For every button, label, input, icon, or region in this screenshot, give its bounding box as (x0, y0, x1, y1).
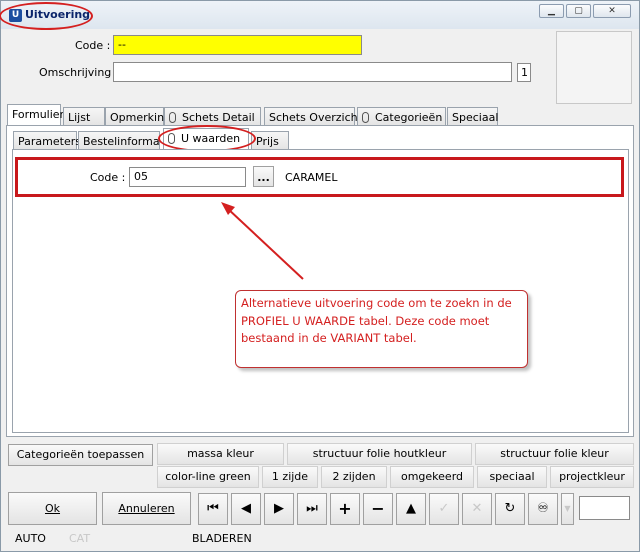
check-icon: ✓ (438, 501, 450, 516)
chevron-down-icon: ▼ (564, 504, 571, 513)
delete-record-button[interactable]: − (363, 493, 393, 525)
refresh-icon: ↻ (504, 501, 516, 516)
structuur-folie-houtkleur-button[interactable]: structuur folie houtkleur (287, 443, 472, 465)
minus-icon: − (371, 499, 385, 518)
uitvoering-window: U Uitvoering ▁ ▢ ✕ Code : -- Omschrijvin… (0, 0, 640, 552)
twee-zijden-button[interactable]: 2 zijden (321, 466, 387, 488)
plus-icon: + (338, 499, 352, 518)
projectkleur-button[interactable]: projectkleur (550, 466, 634, 488)
color-line-green-button[interactable]: color-line green (157, 466, 259, 488)
categorieen-toepassen-button[interactable]: Categorieën toepassen (8, 444, 153, 466)
first-record-button[interactable]: ⏮ (198, 493, 228, 525)
up-triangle-icon: ▲ (406, 501, 416, 516)
speciaal-button[interactable]: speciaal (477, 466, 547, 488)
omgekeerd-button[interactable]: omgekeerd (390, 466, 474, 488)
first-icon: ⏮ (207, 501, 219, 516)
record-number-field[interactable] (579, 496, 630, 520)
previous-record-button[interactable]: ◀ (231, 493, 261, 525)
refresh-button[interactable]: ↻ (495, 493, 525, 525)
next-icon: ▶ (274, 501, 284, 516)
add-record-button[interactable]: + (330, 493, 360, 525)
cross-icon: ✕ (471, 501, 483, 516)
previous-icon: ◀ (241, 501, 251, 516)
post-record-button: ✓ (429, 493, 459, 525)
next-record-button[interactable]: ▶ (264, 493, 294, 525)
search-dropdown-button[interactable]: ▼ (561, 493, 574, 525)
status-cat: CAT (69, 532, 91, 545)
binoculars-icon: ♾ (537, 501, 549, 516)
edit-record-button[interactable]: ▲ (396, 493, 426, 525)
last-record-button[interactable]: ⏭ (297, 493, 327, 525)
cancel-edit-button: ✕ (462, 493, 492, 525)
status-mode: AUTO (15, 532, 46, 545)
last-icon: ⏭ (306, 501, 318, 516)
search-button[interactable]: ♾ (528, 493, 558, 525)
massa-kleur-button[interactable]: massa kleur (157, 443, 284, 465)
een-zijde-button[interactable]: 1 zijde (262, 466, 318, 488)
callout-box: Alternatieve uitvoering code om te zoekn… (235, 290, 528, 368)
structuur-folie-kleur-button[interactable]: structuur folie kleur (475, 443, 634, 465)
annuleren-button[interactable]: Annuleren (102, 492, 191, 525)
status-state: BLADEREN (192, 532, 252, 545)
ok-button[interactable]: Ok (8, 492, 97, 525)
